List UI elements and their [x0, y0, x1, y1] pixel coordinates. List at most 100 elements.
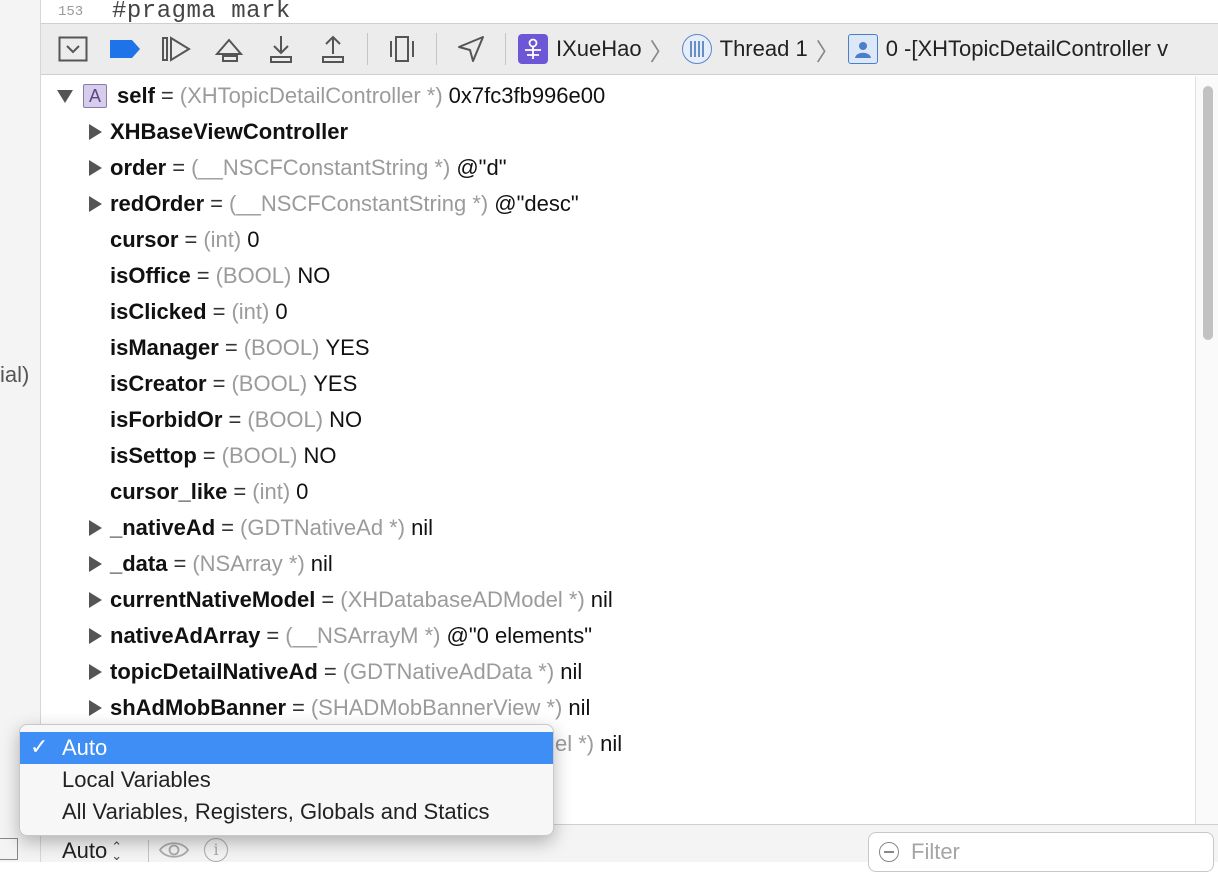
- variable-row-self[interactable]: A self = (XHTopicDetailController *) 0x7…: [57, 78, 605, 114]
- equals-sign: =: [172, 155, 186, 180]
- variable-type: (int): [231, 299, 270, 324]
- disclosure-triangle-icon[interactable]: [89, 160, 102, 176]
- variable-value: @"d": [456, 155, 507, 180]
- variable-name: isClicked: [110, 299, 207, 324]
- variable-row[interactable]: redOrder = (__NSCFConstantString *) @"desc": [89, 186, 579, 222]
- step-over-button[interactable]: [203, 29, 255, 69]
- variable-type: (NSArray *): [192, 551, 305, 576]
- variable-row[interactable]: isOffice = (BOOL) NO: [89, 258, 330, 294]
- step-into-button[interactable]: [255, 29, 307, 69]
- variable-row[interactable]: cursor = (int) 0: [89, 222, 259, 258]
- menu-item-local-variables[interactable]: Local Variables: [20, 764, 553, 796]
- variable-row[interactable]: isClicked = (int) 0: [89, 294, 288, 330]
- variable-name: shAdMobBanner: [110, 695, 286, 720]
- variable-row[interactable]: currentNativeModel = (XHDatabaseADModel *)…: [89, 582, 613, 618]
- variable-value: 0: [296, 479, 309, 504]
- variable-value: nil: [600, 731, 623, 756]
- toolbar-separator: [505, 33, 506, 65]
- menu-item-label: Local Variables: [62, 767, 211, 792]
- equals-sign: =: [212, 371, 226, 396]
- variable-scope-popup[interactable]: Auto ⌃ ⌄: [62, 838, 122, 864]
- variable-value: @"desc": [494, 191, 579, 216]
- menu-item-all-variables[interactable]: All Variables, Registers, Globals and St…: [20, 796, 553, 828]
- variable-row-partial[interactable]: el *) nil: [555, 726, 622, 762]
- scrollbar-thumb[interactable]: [1203, 86, 1213, 340]
- layout-toggle-icon[interactable]: [0, 838, 18, 860]
- equals-sign: =: [233, 479, 247, 504]
- breakpoints-toggle-button[interactable]: [99, 29, 151, 69]
- variable-row[interactable]: isCreator = (BOOL) YES: [89, 366, 357, 402]
- disclosure-triangle-icon[interactable]: [89, 700, 102, 716]
- toolbar-separator: [436, 33, 437, 65]
- simulate-location-button[interactable]: [445, 29, 497, 69]
- variable-row[interactable]: _data = (NSArray *) nil: [89, 546, 333, 582]
- equals-sign: =: [266, 623, 280, 648]
- variable-name: isManager: [110, 335, 219, 360]
- breadcrumb-app[interactable]: IXueHao: [518, 34, 642, 64]
- equals-sign: =: [202, 443, 216, 468]
- thread-icon: [681, 34, 712, 64]
- variable-row[interactable]: _nativeAd = (GDTNativeAd *) nil: [89, 510, 433, 546]
- eye-icon[interactable]: [158, 840, 190, 860]
- disclosure-triangle-expanded-icon[interactable]: [57, 89, 73, 103]
- debug-breadcrumb: IXueHao 〉 Thread 1 〉 0 -[XHTopicDetailCo…: [518, 32, 1168, 67]
- equals-sign: =: [321, 587, 335, 612]
- equals-sign: =: [160, 83, 174, 108]
- variable-row[interactable]: order = (__NSCFConstantString *) @"d": [89, 150, 507, 186]
- variable-type: el *): [555, 731, 595, 756]
- breadcrumb-thread[interactable]: Thread 1: [681, 34, 808, 64]
- variable-type: (BOOL): [231, 371, 308, 396]
- breadcrumb-frame[interactable]: 0 -[XHTopicDetailController v: [847, 34, 1169, 64]
- variable-row[interactable]: shAdMobBanner = (SHADMobBannerView *) nil: [89, 690, 590, 726]
- filter-icon: [879, 842, 899, 862]
- variable-row[interactable]: isManager = (BOOL) YES: [89, 330, 370, 366]
- view-hierarchy-button[interactable]: [376, 29, 428, 69]
- variable-row[interactable]: XHBaseViewController: [89, 114, 348, 150]
- menu-item-auto[interactable]: ✓ Auto: [20, 732, 553, 764]
- disclosure-triangle-icon[interactable]: [89, 520, 102, 536]
- step-into-icon: [270, 36, 292, 63]
- app-icon: [518, 34, 548, 64]
- variable-name: cursor: [110, 227, 179, 252]
- filter-input[interactable]: [911, 839, 1191, 865]
- variable-name: topicDetailNativeAd: [110, 659, 318, 684]
- chevron-right-icon: 〉: [649, 38, 674, 66]
- equals-sign: =: [196, 263, 210, 288]
- disclosure-triangle-icon[interactable]: [89, 124, 102, 140]
- variable-name: isCreator: [110, 371, 207, 396]
- variable-type: (BOOL): [215, 263, 292, 288]
- variable-row[interactable]: isForbidOr = (BOOL) NO: [89, 402, 362, 438]
- breadcrumb-app-label: IXueHao: [556, 36, 642, 61]
- variable-value: 0: [247, 227, 260, 252]
- view-hierarchy-icon: [390, 36, 414, 62]
- variable-value: 0: [275, 299, 288, 324]
- equals-sign: =: [173, 551, 187, 576]
- continue-button[interactable]: [151, 29, 203, 69]
- disclosure-triangle-icon[interactable]: [89, 628, 102, 644]
- variable-type: (XHTopicDetailController *): [179, 83, 443, 108]
- disclosure-triangle-icon[interactable]: [89, 196, 102, 212]
- variable-value: nil: [310, 551, 333, 576]
- filter-field[interactable]: [868, 832, 1214, 872]
- debug-toolbar: IXueHao 〉 Thread 1 〉 0 -[XHTopicDetailCo…: [41, 23, 1218, 75]
- variable-scope-menu: ✓ Auto Local Variables All Variables, Re…: [19, 724, 554, 836]
- equals-sign: =: [221, 515, 235, 540]
- disclosure-triangle-icon[interactable]: [89, 592, 102, 608]
- variable-row[interactable]: cursor_like = (int) 0: [89, 474, 308, 510]
- info-icon[interactable]: i: [204, 838, 228, 862]
- variable-value: YES: [313, 371, 358, 396]
- step-out-button[interactable]: [307, 29, 359, 69]
- variable-row[interactable]: isSettop = (BOOL) NO: [89, 438, 336, 474]
- variable-name: order: [110, 155, 167, 180]
- variable-value: 0x7fc3fb996e00: [448, 83, 606, 108]
- variable-value: @"0 elements": [446, 623, 593, 648]
- breadcrumb-frame-label: 0 -[XHTopicDetailController v: [885, 36, 1169, 61]
- variable-row[interactable]: topicDetailNativeAd = (GDTNativeAdData *) n…: [89, 654, 582, 690]
- variable-name: cursor_like: [110, 479, 228, 504]
- variable-row[interactable]: nativeAdArray = (__NSArrayM *) @"0 elements…: [89, 618, 592, 654]
- disclosure-triangle-icon[interactable]: [89, 664, 102, 680]
- variable-type: (GDTNativeAd *): [240, 515, 406, 540]
- variable-value: nil: [411, 515, 434, 540]
- disclosure-triangle-icon[interactable]: [89, 556, 102, 572]
- hide-debug-area-button[interactable]: [47, 29, 99, 69]
